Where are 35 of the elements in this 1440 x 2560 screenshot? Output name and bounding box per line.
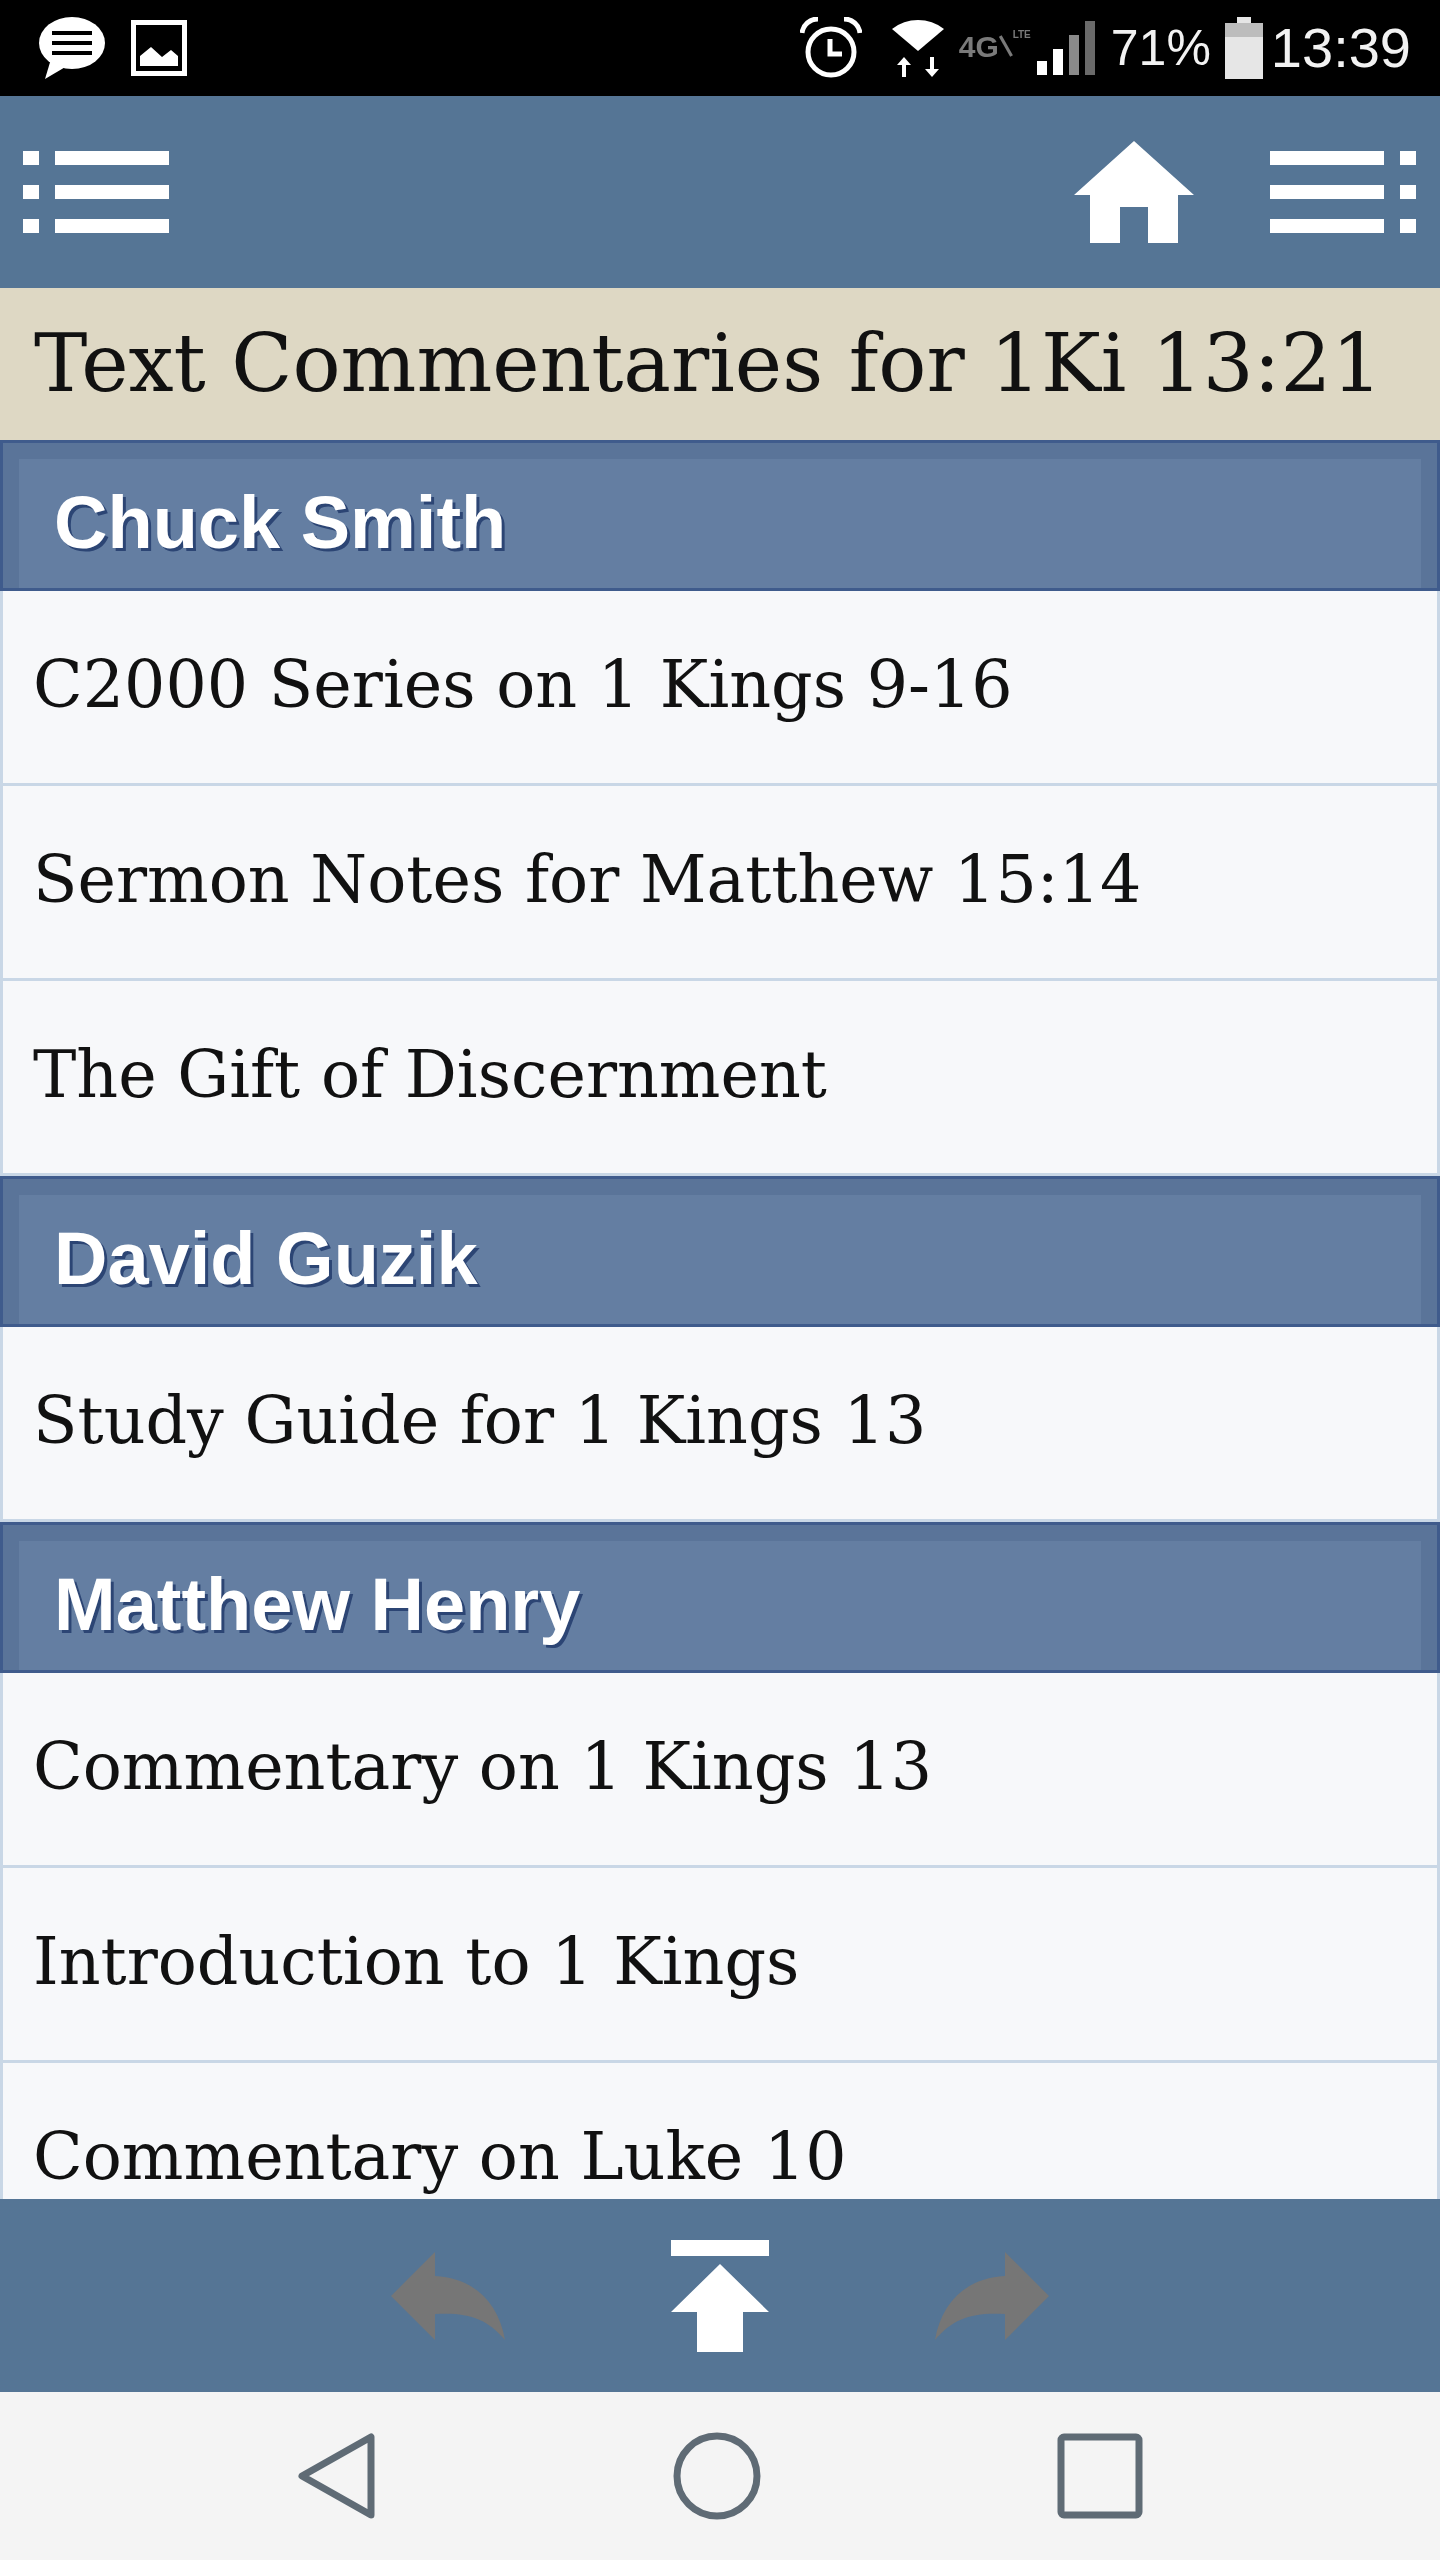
network-type: 4G bbox=[958, 32, 999, 62]
image-icon bbox=[131, 20, 187, 76]
commentary-link[interactable]: Commentary on Luke 10 bbox=[0, 2063, 1440, 2199]
home-circle-icon bbox=[673, 2432, 761, 2520]
recents-nav-button[interactable] bbox=[1057, 2433, 1143, 2519]
alarm-clock-icon bbox=[799, 17, 862, 79]
signal-bars-icon bbox=[1036, 21, 1095, 75]
commentary-link[interactable]: The Gift of Discernment bbox=[0, 981, 1440, 1176]
battery-icon bbox=[1224, 17, 1263, 79]
author-name: David Guzik bbox=[54, 1221, 478, 1296]
list-icon bbox=[23, 151, 169, 233]
commentary-link[interactable]: C2000 Series on 1 Kings 9-16 bbox=[0, 591, 1440, 786]
home-button[interactable] bbox=[1074, 141, 1194, 243]
commentary-link[interactable]: Sermon Notes for Matthew 15:14 bbox=[0, 786, 1440, 981]
back-triangle-icon bbox=[297, 2432, 377, 2520]
chat-bubble-icon bbox=[39, 17, 105, 79]
home-nav-button[interactable] bbox=[673, 2432, 761, 2520]
network-subtype: LTE bbox=[1012, 30, 1031, 40]
author-name: Chuck Smith bbox=[54, 485, 507, 560]
clock-time: 13:39 bbox=[1270, 20, 1411, 76]
commentary-link[interactable]: Study Guide for 1 Kings 13 bbox=[0, 1327, 1440, 1522]
page-title: Text Commentaries for 1Ki 13:21 bbox=[34, 324, 1383, 404]
scroll-to-top-button[interactable] bbox=[671, 2239, 769, 2352]
menu-button[interactable] bbox=[23, 151, 169, 233]
battery-percent: 71% bbox=[1110, 23, 1211, 73]
back-nav-button[interactable] bbox=[297, 2432, 377, 2520]
redo-arrow-icon bbox=[935, 2251, 1049, 2340]
scroll-to-top-icon bbox=[671, 2239, 769, 2352]
options-menu-button[interactable] bbox=[1270, 151, 1416, 233]
list-icon bbox=[1270, 151, 1416, 233]
home-icon bbox=[1074, 141, 1194, 243]
recents-square-icon bbox=[1057, 2433, 1143, 2519]
commentary-link[interactable]: Introduction to 1 Kings bbox=[0, 1868, 1440, 2063]
undo-arrow-icon bbox=[391, 2251, 505, 2340]
commentary-link[interactable]: Commentary on 1 Kings 13 bbox=[0, 1673, 1440, 1868]
